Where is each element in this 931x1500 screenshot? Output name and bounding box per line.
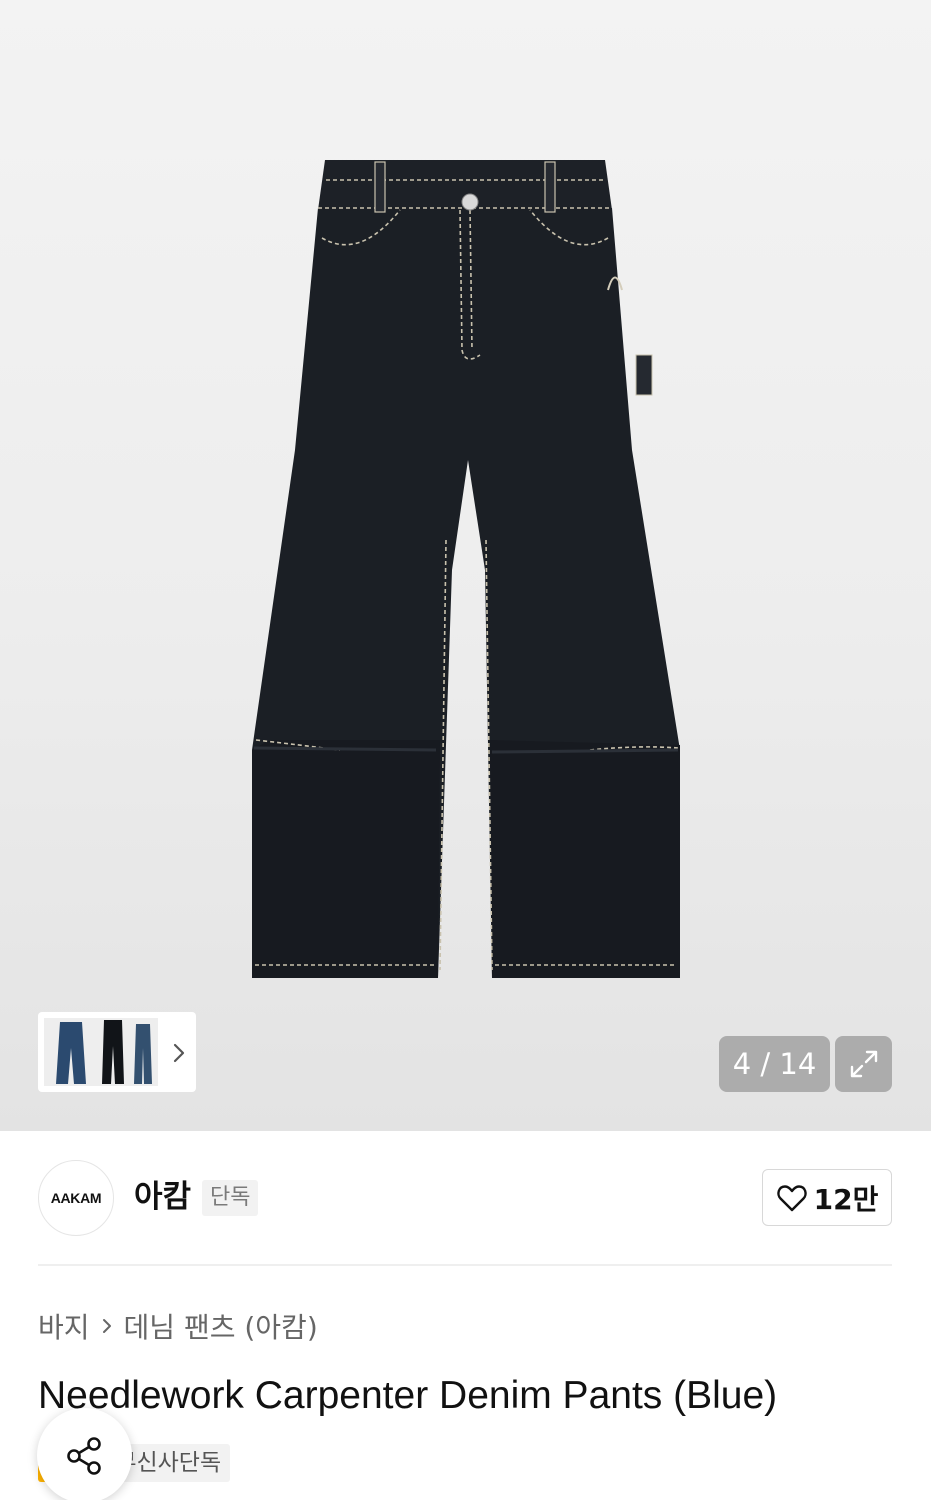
expand-image-button[interactable] (835, 1036, 892, 1092)
brand-logo-text: AAKAM (50, 1190, 102, 1206)
chevron-right-icon (100, 1304, 114, 1348)
image-counter: 4 / 14 (719, 1036, 830, 1092)
product-image (252, 160, 680, 978)
product-gallery[interactable]: 4 / 14 (0, 0, 931, 1131)
share-icon (66, 1436, 101, 1475)
share-button[interactable] (37, 1408, 132, 1500)
brand-exclusive-badge: 단독 (202, 1180, 259, 1216)
heart-icon (776, 1184, 807, 1211)
breadcrumb-item-category[interactable]: 바지 (38, 1306, 90, 1346)
thumbnail-next-button[interactable] (168, 1040, 190, 1066)
breadcrumb: 바지 데님 팬츠 (아캄) (38, 1304, 318, 1348)
brand-name[interactable]: 아캄 (134, 1176, 191, 1218)
thumbnail-image[interactable] (44, 1018, 158, 1086)
image-counter-text: 4 / 14 (732, 1047, 817, 1081)
like-count: 12만 (813, 1182, 879, 1216)
breadcrumb-item-subcategory[interactable]: 데님 팬츠 (아캄) (124, 1306, 318, 1346)
expand-icon (850, 1050, 877, 1078)
brand-logo[interactable]: AAKAM (38, 1160, 114, 1236)
chevron-right-icon (173, 1043, 185, 1063)
product-title: Needlework Carpenter Denim Pants (Blue) (38, 1374, 778, 1417)
section-divider (38, 1264, 892, 1266)
like-button[interactable]: 12만 (762, 1169, 892, 1226)
